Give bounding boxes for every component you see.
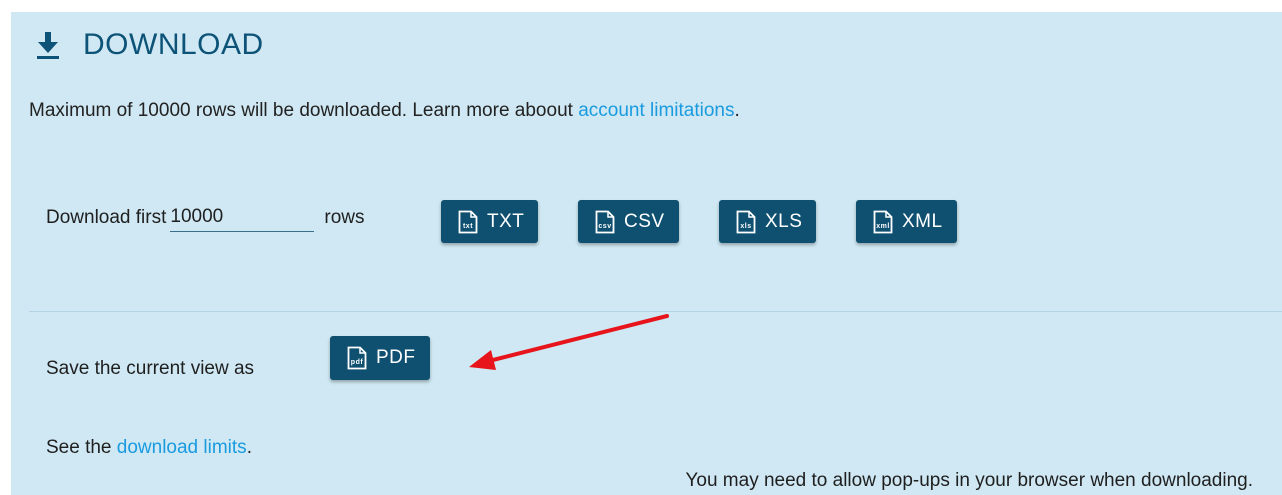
xls-button-label: XLS [765,210,803,232]
svg-text:txt: txt [463,223,473,230]
limits-suffix: . [246,437,252,458]
pdf-file-icon: pdf [347,346,367,370]
svg-text:xls: xls [740,223,751,230]
download-panel: DOWNLOAD Maximum of 10000 rows will be d… [11,12,1282,495]
limits-prefix: See the [46,437,117,458]
notice-text: Maximum of 10000 rows will be downloaded… [29,100,579,121]
txt-button-label: TXT [487,210,525,232]
download-limits-line: See the download limits. [46,437,252,459]
row-limit-notice: Maximum of 10000 rows will be downloaded… [29,100,740,122]
svg-text:csv: csv [598,223,611,230]
download-first-label: Download first [46,206,167,228]
annotation-arrow-icon [469,314,669,370]
txt-file-icon: txt [458,210,478,234]
download-rows-line: Download first rows [46,203,365,232]
csv-file-icon: csv [595,210,615,234]
download-limits-link[interactable]: download limits [117,437,247,458]
rows-label: rows [324,206,365,228]
account-limitations-link[interactable]: account limitations [578,100,734,121]
notice-suffix: . [734,100,740,121]
page-title: DOWNLOAD [83,28,264,61]
svg-text:xml: xml [876,223,890,230]
pdf-button-label: PDF [376,347,416,368]
xml-file-icon: xml [873,210,893,234]
download-xml-button[interactable]: xml XML [856,200,957,243]
xml-button-label: XML [902,210,943,232]
save-pdf-button[interactable]: pdf PDF [330,336,430,380]
download-header: DOWNLOAD [35,28,264,62]
rows-count-input[interactable] [170,203,315,232]
download-xls-button[interactable]: xls XLS [719,200,817,243]
download-icon [35,30,61,60]
popups-note: You may need to allow pop-ups in your br… [685,470,1253,491]
download-txt-button[interactable]: txt TXT [441,200,539,243]
download-csv-button[interactable]: csv CSV [578,200,679,243]
csv-button-label: CSV [624,210,665,232]
save-view-label: Save the current view as [46,358,255,379]
svg-text:pdf: pdf [351,359,364,366]
xls-file-icon: xls [736,210,756,234]
